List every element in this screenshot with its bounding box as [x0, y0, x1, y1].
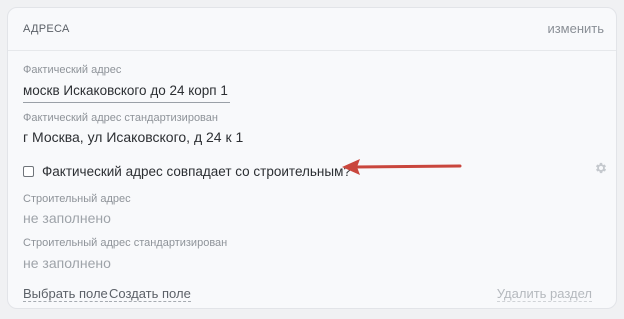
actual-address-std-label: Фактический адрес стандартизирован: [23, 112, 218, 124]
same-address-checkbox-label[interactable]: Фактический адрес совпадает со строитель…: [42, 164, 351, 179]
addresses-card: АДРЕСА изменить Фактический адрес москв …: [7, 7, 617, 309]
arrow-left-icon: [342, 159, 462, 175]
actual-address-input[interactable]: москв Искаковского до 24 корп 1: [23, 82, 230, 103]
construction-address-std-label: Строительный адрес стандартизирован: [23, 237, 228, 249]
section-title: АДРЕСА: [23, 23, 70, 35]
create-field-link[interactable]: Создать поле: [109, 286, 191, 302]
construction-address-std-value: не заполнено: [23, 255, 111, 271]
actual-address-std-value: г Москва, ул Исаковского, д 24 к 1: [23, 129, 244, 145]
delete-section-link[interactable]: Удалить раздел: [496, 286, 592, 302]
same-address-checkbox-row[interactable]: Фактический адрес совпадает со строитель…: [23, 162, 351, 180]
edit-button[interactable]: изменить: [547, 21, 604, 36]
actual-address-label: Фактический адрес: [23, 64, 122, 76]
same-address-checkbox[interactable]: [23, 165, 34, 177]
construction-address-value: не заполнено: [23, 210, 111, 226]
choose-field-link[interactable]: Выбрать поле: [23, 286, 108, 302]
construction-address-label: Строительный адрес: [23, 193, 131, 205]
gear-icon[interactable]: [594, 161, 608, 175]
section-header: АДРЕСА изменить: [8, 8, 616, 51]
